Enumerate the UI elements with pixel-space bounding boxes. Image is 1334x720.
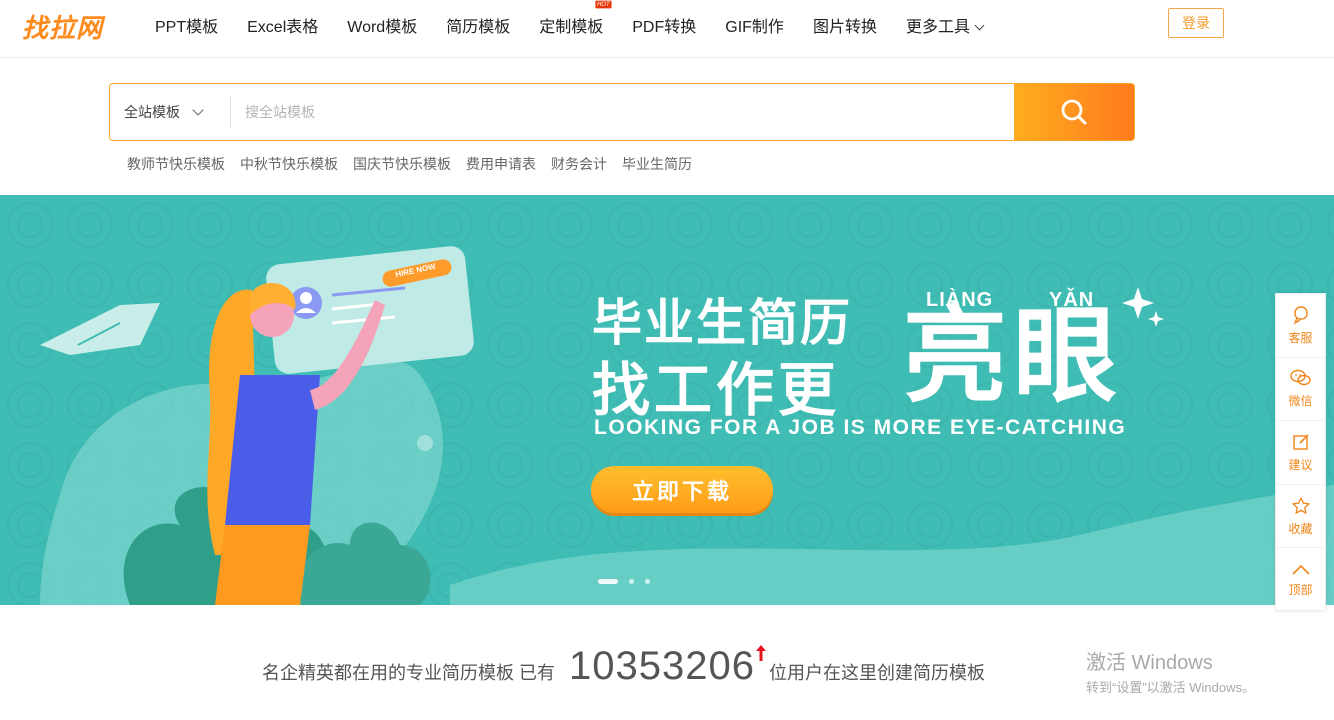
wechat-icon	[1289, 370, 1311, 386]
site-logo[interactable]: 找拉网	[22, 8, 103, 45]
chevron-up-icon	[1291, 564, 1310, 575]
sidebar-label: 客服	[1288, 330, 1313, 345]
sidebar-label: 收藏	[1288, 521, 1313, 536]
hero-banner[interactable]: 毕业生简历 找工作更 亮眼 LIÀNG YǍN LOOKING FOR A JO…	[0, 195, 1334, 605]
sidebar-customer-service[interactable]: 客服	[1276, 294, 1325, 358]
login-button[interactable]: 登录	[1168, 8, 1224, 38]
search-bar: 全站模板	[109, 83, 1135, 141]
top-header: 找拉网 PPT模板 Excel表格 Word模板 简历模板 定制模板 HOT PD…	[0, 0, 1334, 58]
nav-label: GIF制作	[725, 19, 784, 36]
sidebar-favorite[interactable]: 收藏	[1276, 485, 1325, 549]
windows-activation-watermark: 激活 Windows 转到“设置”以激活 Windows。	[1086, 646, 1255, 696]
nav-label: PPT模板	[155, 19, 219, 36]
sidebar-back-to-top[interactable]: 顶部	[1276, 548, 1325, 612]
sidebar-label: 建议	[1288, 457, 1313, 472]
carousel-dot[interactable]	[598, 579, 618, 584]
nav-label: 定制模板	[539, 19, 604, 36]
user-count-value: 10353206	[569, 644, 755, 688]
sidebar-label: 顶部	[1288, 582, 1313, 597]
customer-service-icon	[1293, 306, 1308, 325]
watermark-line1: 激活 Windows	[1086, 652, 1213, 674]
user-count-number: 10353206	[569, 644, 766, 689]
floating-sidebar: 客服 微信 建议 收藏 顶部	[1275, 293, 1326, 611]
carousel-dot[interactable]	[645, 579, 650, 584]
stats-suffix: 位用户在这里创建简历模板	[768, 663, 985, 683]
banner-pinyin-1: LIÀNG	[926, 289, 994, 311]
chevron-down-icon	[974, 20, 985, 31]
hot-badge: HOT	[595, 0, 612, 9]
banner-pinyin-2: YǍN	[1049, 289, 1095, 311]
nav-custom-templates[interactable]: 定制模板 HOT	[539, 0, 612, 37]
banner-subtitle: LOOKING FOR A JOB IS MORE EYE-CATCHING	[594, 416, 1127, 439]
watermark-line2: 转到“设置”以激活 Windows。	[1086, 680, 1256, 695]
nav-image-convert[interactable]: 图片转换	[813, 13, 877, 37]
nav-label: PDF转换	[632, 19, 697, 36]
banner-headline-line2: 找工作更	[592, 358, 841, 423]
chevron-down-icon	[192, 104, 204, 116]
nav-word-templates[interactable]: Word模板	[347, 13, 417, 37]
nav-excel-sheets[interactable]: Excel表格	[247, 13, 318, 37]
sidebar-label: 微信	[1288, 394, 1313, 409]
hot-tag[interactable]: 教师节快乐模板	[127, 154, 225, 174]
hot-tag[interactable]: 中秋节快乐模板	[240, 154, 338, 174]
nav-label: Excel表格	[247, 19, 319, 36]
nav-resume-templates[interactable]: 简历模板	[446, 13, 510, 37]
main-nav: PPT模板 Excel表格 Word模板 简历模板 定制模板 HOT PDF转换 …	[155, 0, 1012, 50]
search-input[interactable]	[231, 84, 1014, 140]
stats-prefix: 名企精英都在用的专业简历模板 已有	[262, 663, 555, 683]
carousel-dot[interactable]	[629, 579, 634, 584]
nav-pdf-convert[interactable]: PDF转换	[632, 13, 696, 37]
star-icon	[1291, 496, 1310, 514]
nav-more-tools[interactable]: 更多工具	[905, 13, 985, 37]
nav-label: 更多工具	[905, 19, 970, 36]
search-icon	[1061, 99, 1087, 125]
sidebar-wechat[interactable]: 微信	[1276, 358, 1325, 422]
hot-tag[interactable]: 毕业生简历	[622, 154, 692, 174]
nav-label: 图片转换	[812, 19, 877, 36]
up-arrow-icon	[755, 645, 766, 661]
carousel-dots	[598, 579, 661, 584]
nav-gif-maker[interactable]: GIF制作	[725, 13, 784, 37]
nav-ppt-templates[interactable]: PPT模板	[155, 13, 218, 37]
nav-label: Word模板	[347, 19, 418, 36]
nav-label: 简历模板	[446, 19, 511, 36]
search-scope-dropdown[interactable]: 全站模板	[110, 84, 230, 140]
hot-tag[interactable]: 国庆节快乐模板	[353, 154, 451, 174]
banner-headline-big: 亮眼	[903, 299, 1124, 415]
hot-tag[interactable]: 费用申请表	[466, 154, 536, 174]
search-scope-label: 全站模板	[124, 104, 180, 120]
sidebar-feedback[interactable]: 建议	[1276, 421, 1325, 485]
edit-icon	[1292, 434, 1309, 450]
search-button[interactable]	[1014, 84, 1134, 140]
hot-search-tags: 教师节快乐模板 中秋节快乐模板 国庆节快乐模板 费用申请表 财务会计 毕业生简历	[127, 154, 707, 174]
user-count-banner: 名企精英都在用的专业简历模板 已有 10353206 位用户在这里创建简历模板	[262, 644, 985, 689]
download-now-button[interactable]: 立即下载	[591, 466, 773, 513]
hot-tag[interactable]: 财务会计	[551, 154, 607, 174]
